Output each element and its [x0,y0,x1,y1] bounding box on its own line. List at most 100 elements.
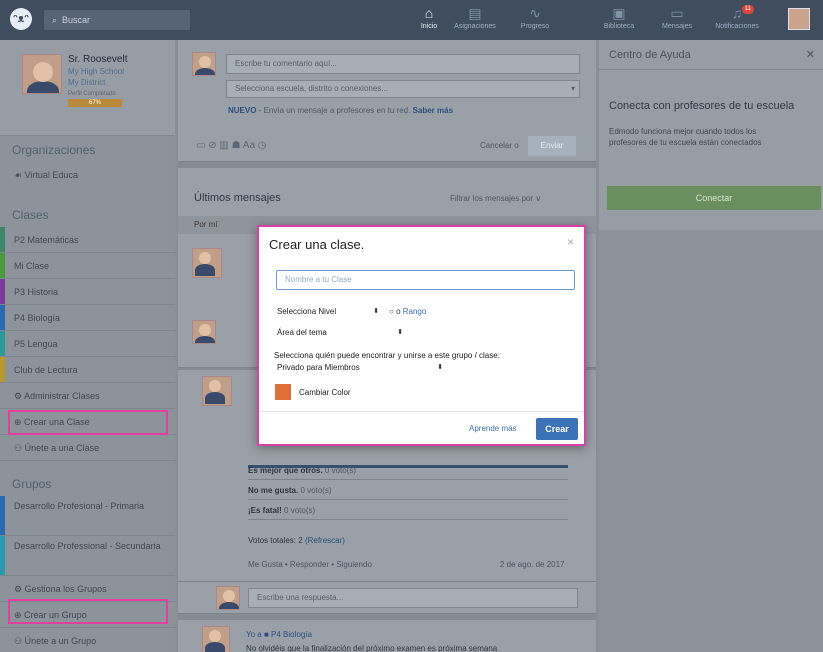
modal-title: Crear una clase. [269,237,365,252]
create-button[interactable]: Crear [536,418,578,440]
close-icon[interactable]: × [567,235,574,249]
search-input[interactable]: ⌕ Buscar [44,10,190,30]
class-square-icon: ■ [263,630,269,639]
composer-toolbar-icons[interactable]: ▭ ⊘ ▥ ☗ Aa ◷ [196,140,267,151]
nav-messages[interactable]: ▭ Mensajes [648,3,706,37]
sidebar-class-item[interactable]: P2 Matemáticas [0,227,175,253]
profile-progress-bar: 67% [68,99,122,107]
select-arrows-icon: ⬍ [437,364,443,371]
comment-input[interactable]: Escribe tu comentario aquí... [226,54,580,74]
sidebar-class-item[interactable]: Club de Lectura [0,357,175,383]
classes-title: Clases [12,208,49,222]
post-avatar [192,248,222,278]
modal-footer-divider [259,411,584,412]
sidebar-class-item[interactable]: Mi Clase [0,253,175,279]
color-swatch[interactable] [275,384,291,400]
subject-select[interactable]: Área del tema ⬍ [273,326,409,340]
organizations-title: Organizaciones [12,143,96,157]
library-icon: ▣ [612,5,626,21]
dropdown-icon: ▾ [570,84,575,93]
nav-assignments[interactable]: ▤ Asignaciones [446,3,504,37]
nav-notifications[interactable]: ♫ 11 Notificaciones [706,3,768,37]
progress-icon: ∿ [529,5,541,21]
new-feature-notice: NUEVO - Envía un mensaje a profesores en… [228,106,454,115]
notifications-icon: ♫ [731,5,743,21]
sidebar-group-item[interactable]: Desarrollo Profesional - Primaria [0,496,175,536]
help-center-body: Conecta con profesores de tu escuela Edm… [599,70,823,230]
edmodo-logo-icon[interactable]: ᵔᴥᵔ [10,8,32,30]
organization-item[interactable]: ☙ Virtual Educa [0,162,175,188]
close-icon[interactable]: ✕ [806,40,815,70]
class-link[interactable]: P4 Biología [271,630,312,639]
poll-option: Es mejor que otros. 0 voto(s) [248,466,568,480]
poll-option: No me gusta. 0 voto(s) [248,486,568,500]
radio-icon: ○ [389,307,397,316]
gear-icon: ⚙ [14,391,25,401]
send-button[interactable]: Enviar [528,136,576,156]
profile-district[interactable]: My District [68,78,105,87]
change-color-link[interactable]: Cambiar Color [299,388,351,397]
join-group-link[interactable]: ⚇ Únete a un Grupo [0,628,175,652]
post-date: 2 de ago. de 2017 [500,560,565,569]
help-center-header: Centro de Ayuda ✕ [599,40,823,70]
latest-post-avatar [202,626,230,652]
comment-avatar [192,320,216,344]
user-avatar-menu[interactable] [788,8,810,30]
join-class-link[interactable]: ⚇ Únete a una Clase [0,435,175,461]
nav-progress[interactable]: ∿ Progreso [506,3,564,37]
poll-total-votes: Votos totales: 2 (Refrescar) [248,536,345,545]
nav-library[interactable]: ▣ Biblioteca [590,3,648,37]
profile-card: Sr. Roosevelt My High School My District… [0,40,175,136]
highlight-create-group [8,599,168,624]
create-class-modal: Crear una clase. × Nombre a tu Clase Sel… [257,225,586,446]
learn-more-link[interactable]: Saber más [413,106,453,115]
latest-post-text: No olvidéis que la finalización del próx… [246,644,498,652]
sidebar-class-item[interactable]: P4 Biología [0,305,175,331]
level-select[interactable]: Selecciona Nivel ⬍ [273,305,385,319]
users-icon: ⚇ [14,443,25,453]
top-navigation-bar: ᵔᴥᵔ ⌕ Buscar ⌂ Inicio ▤ Asignaciones ∿ Pr… [0,0,823,40]
learn-more-link[interactable]: Aprende más [469,424,517,433]
gear-icon: ⚙ [14,584,25,594]
refresh-link[interactable]: (Refrescar) [305,536,345,545]
range-option[interactable]: ○ o Rango [389,305,426,319]
connect-button[interactable]: Conectar [607,186,821,210]
cancel-link[interactable]: Cancelar o [480,141,519,150]
sidebar-class-item[interactable]: P3 Historia [0,279,175,305]
poll-option: ¡Es fatal! 0 voto(s) [248,506,568,520]
privacy-label: Selecciona quién puede encontrar y unirs… [274,351,500,360]
reply-avatar [216,586,240,610]
manage-classes-link[interactable]: ⚙ Administrar Clases [0,383,175,409]
search-icon: ⌕ [52,15,58,25]
left-sidebar: Sr. Roosevelt My High School My District… [0,40,175,652]
privacy-select[interactable]: Privado para Miembros ⬍ [273,361,449,375]
post-actions[interactable]: Me Gusta • Responder • Siguiendo [248,560,372,569]
select-arrows-icon: ⬍ [373,308,379,315]
filter-messages-dropdown[interactable]: Filtrar los mensajes por ∨ [450,194,541,203]
messages-title: Últimos mensajes [194,192,281,204]
help-headline: Conecta con profesores de tu escuela [609,100,795,112]
profile-name[interactable]: Sr. Roosevelt [68,54,127,65]
latest-post-header: Yo a ■ P4 Biología [246,630,312,639]
recipients-input[interactable]: Selecciona escuela, distrito o conexione… [226,80,580,98]
profile-school[interactable]: My High School [68,67,124,76]
composer-avatar [192,52,216,76]
latest-post: Yo a ■ P4 Biología No olvidéis que la fi… [178,620,596,652]
profile-progress-label: Perfil Completado [68,91,116,97]
assignments-icon: ▤ [468,5,482,21]
notifications-badge: 11 [741,5,754,14]
select-arrows-icon: ⬍ [397,329,403,336]
right-panel: Centro de Ayuda ✕ Conecta con profesores … [599,40,823,652]
reply-input[interactable]: Escribe una respuesta... [248,588,578,608]
groups-title: Grupos [12,477,52,491]
highlight-create-class [8,410,168,435]
users-icon: ⚇ [14,636,25,646]
messages-icon: ▭ [670,5,684,21]
sidebar-group-item[interactable]: Desarrollo Professional - Secundaria [0,536,175,576]
sidebar-class-item[interactable]: P5 Lengua [0,331,175,357]
profile-avatar[interactable] [22,54,62,94]
class-name-input[interactable]: Nombre a tu Clase [276,270,575,290]
organization-icon: ☙ [14,170,25,180]
poll-post-avatar [202,376,232,406]
help-body-text: Edmodo funciona mejor cuando todos los p… [609,127,762,147]
